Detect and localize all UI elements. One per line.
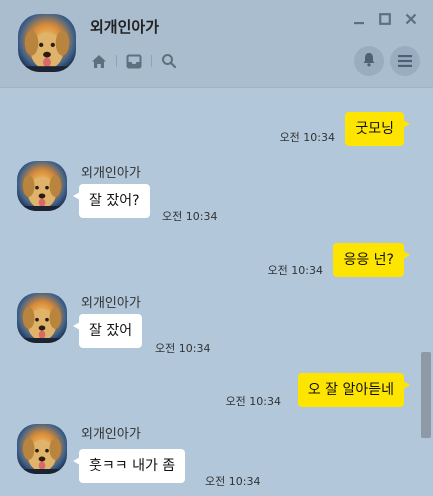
- minimize-icon[interactable]: [351, 11, 367, 27]
- chat-profile-avatar[interactable]: [18, 14, 76, 72]
- maximize-icon[interactable]: [377, 11, 393, 27]
- chat-header: 외개인아가: [0, 0, 433, 88]
- sender-name: 외개인아가: [81, 296, 141, 311]
- sender-name: 외개인아가: [81, 166, 141, 181]
- my-message-bubble[interactable]: 응응 넌?: [333, 243, 410, 277]
- message-time: 오전 10:34: [162, 210, 218, 223]
- message-time: 오전 10:34: [225, 395, 281, 408]
- avatar[interactable]: [17, 293, 67, 343]
- menu-button[interactable]: [390, 46, 420, 76]
- home-icon[interactable]: [90, 52, 108, 70]
- message-time: 오전 10:34: [155, 342, 211, 355]
- other-message-bubble[interactable]: 잘 잤어: [72, 314, 143, 348]
- sender-name: 외개인아가: [81, 427, 141, 442]
- message-time: 오전 10:34: [279, 131, 335, 144]
- message-list[interactable]: 오전 10:34 굿모닝 외개인아가 잘 잤어? 오전 10:34 오전 10:…: [0, 89, 433, 496]
- message-time: 오전 10:34: [205, 475, 261, 488]
- window-controls: [351, 11, 419, 27]
- my-message-bubble[interactable]: 굿모닝: [345, 112, 410, 146]
- search-icon[interactable]: [160, 52, 178, 70]
- avatar[interactable]: [17, 161, 67, 211]
- header-toolbar: [90, 52, 178, 70]
- inbox-icon[interactable]: [125, 52, 143, 70]
- menu-icon: [398, 52, 412, 71]
- my-message-bubble[interactable]: 오 잘 알아듣네: [297, 373, 411, 407]
- bell-icon: [362, 52, 376, 71]
- toolbar-divider: [116, 55, 117, 67]
- toolbar-divider: [151, 55, 152, 67]
- message-time: 오전 10:34: [267, 264, 323, 277]
- other-message-bubble[interactable]: 잘 잤어?: [73, 184, 150, 218]
- close-icon[interactable]: [403, 11, 419, 27]
- chat-title: 외개인아가: [90, 18, 160, 36]
- scrollbar-thumb[interactable]: [421, 352, 431, 438]
- other-message-bubble[interactable]: 훗ㅋㅋ 내가 좀: [72, 449, 186, 483]
- notification-button[interactable]: [354, 46, 384, 76]
- avatar[interactable]: [17, 424, 67, 474]
